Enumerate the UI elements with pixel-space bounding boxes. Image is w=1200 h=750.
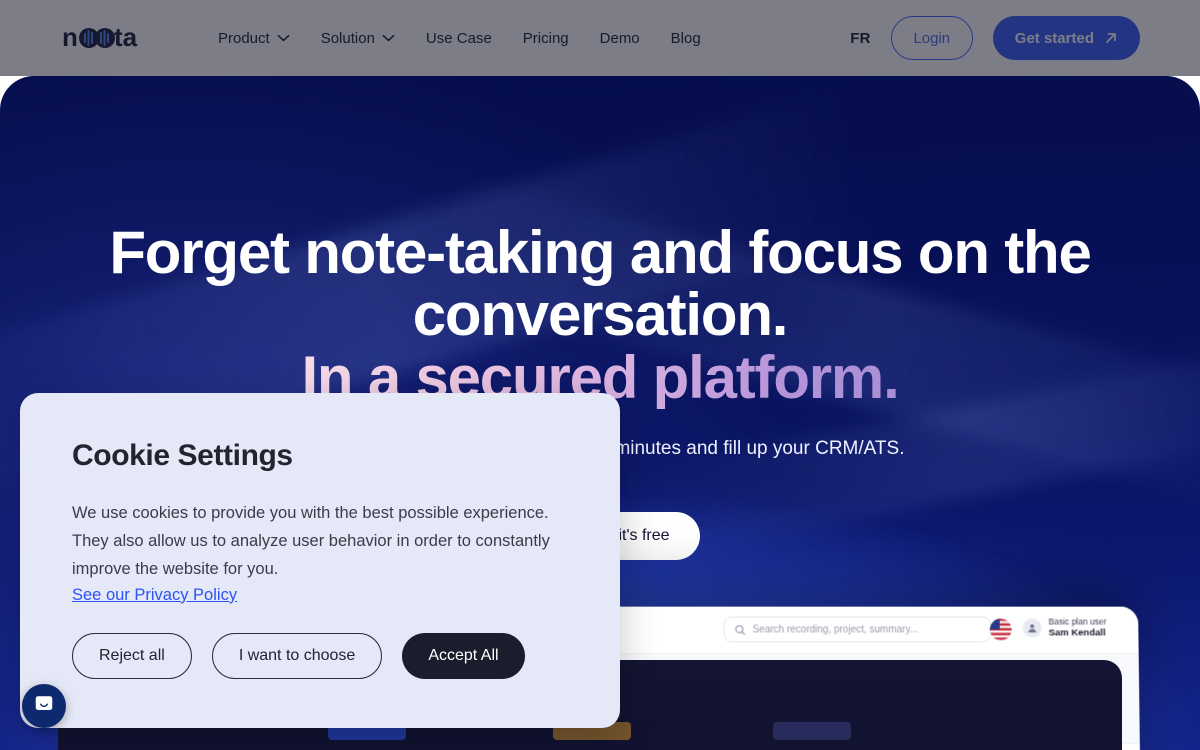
cookie-settings-dialog: Cookie Settings We use cookies to provid…: [20, 393, 620, 728]
nav-item-pricing[interactable]: Pricing: [523, 30, 569, 47]
get-started-label: Get started: [1014, 29, 1094, 47]
noota-logo[interactable]: n ta: [62, 21, 162, 55]
app-search-placeholder: Search recording, project, summary...: [752, 624, 919, 635]
accept-all-button[interactable]: Accept All: [402, 632, 525, 679]
user-avatar-icon: [1022, 618, 1042, 638]
hero-heading-line2: conversation.: [412, 281, 789, 349]
cookie-dialog-actions: Reject all I want to choose Accept All: [72, 632, 568, 679]
hero-heading-line1: Forget note-taking and focus on the: [109, 219, 1092, 286]
nav-item-label: Blog: [670, 29, 701, 47]
us-flag-icon[interactable]: [989, 618, 1012, 641]
get-started-button[interactable]: Get started: [992, 16, 1140, 60]
hero-heading: Forget note-taking and focus on the conv…: [100, 219, 1100, 409]
nav-item-label: Pricing: [522, 29, 569, 47]
app-search-input[interactable]: Search recording, project, summary...: [723, 616, 991, 643]
arrow-up-right-icon: [1104, 31, 1118, 45]
intercom-chat-icon: [33, 693, 55, 720]
app-user-text: Basic plan user Sam Kendall: [1048, 617, 1106, 639]
nav-item-use-case[interactable]: Use Case: [426, 30, 492, 47]
intercom-chat-launcher[interactable]: [22, 684, 66, 728]
main-navigation: Product Solution Use Case Pricing Demo B…: [218, 0, 732, 76]
nav-item-label: Use Case: [425, 29, 492, 47]
page-root: Forget note-taking and focus on the conv…: [0, 0, 1200, 750]
chevron-down-icon: [382, 34, 395, 42]
app-user-block[interactable]: Basic plan user Sam Kendall: [1022, 617, 1107, 639]
nav-item-solution[interactable]: Solution: [321, 30, 395, 47]
nav-item-label: Solution: [320, 29, 375, 47]
nav-item-demo[interactable]: Demo: [600, 30, 640, 47]
nav-item-product[interactable]: Product: [218, 30, 290, 47]
cookie-dialog-body: We use cookies to provide you with the b…: [72, 504, 550, 579]
search-icon: [735, 624, 746, 635]
language-switcher-fr[interactable]: FR: [850, 30, 871, 47]
app-user-plan: Basic plan user: [1048, 616, 1107, 627]
dark-panel-chip: [773, 722, 851, 740]
site-header: n ta Product Solution Use Case Pricing D…: [0, 0, 1200, 76]
nav-item-label: Product: [218, 29, 270, 47]
nav-item-blog[interactable]: Blog: [671, 30, 701, 47]
i-want-to-choose-button[interactable]: I want to choose: [211, 632, 383, 679]
svg-text:n: n: [62, 23, 78, 52]
svg-text:ta: ta: [114, 23, 138, 52]
privacy-policy-link[interactable]: See our Privacy Policy: [72, 586, 237, 605]
chevron-down-icon: [277, 34, 290, 42]
login-button[interactable]: Login: [890, 16, 973, 60]
reject-all-button[interactable]: Reject all: [72, 632, 192, 679]
app-user-name: Sam Kendall: [1048, 627, 1106, 639]
cookie-dialog-title: Cookie Settings: [72, 439, 293, 472]
header-actions: FR Login Get started: [850, 0, 1140, 76]
nav-item-label: Demo: [599, 29, 640, 47]
